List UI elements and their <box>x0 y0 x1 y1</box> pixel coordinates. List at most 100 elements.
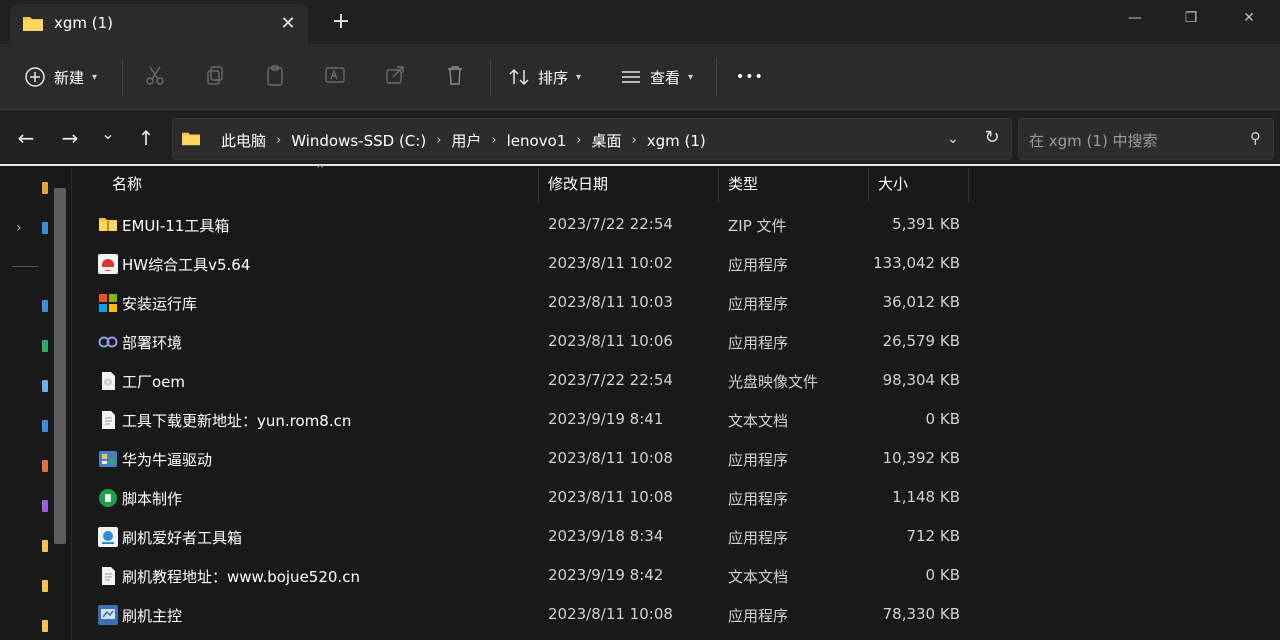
more-options-button[interactable]: ••• <box>736 60 764 94</box>
nav-item-icon[interactable] <box>42 460 48 472</box>
sort-button[interactable]: 排序 ▾ <box>508 60 581 94</box>
search-box[interactable]: 在 xgm (1) 中搜索 ⚲ <box>1018 118 1274 160</box>
windows-app-icon <box>98 293 118 313</box>
chevron-right-icon[interactable]: › <box>632 133 637 148</box>
back-button[interactable]: ← <box>12 124 40 152</box>
sort-up-icon: ^ <box>316 164 325 175</box>
file-row[interactable]: 安装运行库 2023/8/11 10:03 应用程序 36,012 KB <box>72 283 1280 322</box>
column-size[interactable]: 大小 <box>878 168 908 200</box>
file-date: 2023/9/19 8:42 <box>548 566 664 584</box>
file-type: 文本文档 <box>728 568 789 586</box>
file-type: 应用程序 <box>728 256 789 274</box>
file-date: 2023/8/11 10:02 <box>548 254 673 272</box>
text-file-icon <box>98 566 118 586</box>
forward-button[interactable]: → <box>56 124 84 152</box>
file-row[interactable]: 华为牛逼驱动 2023/8/11 10:08 应用程序 10,392 KB <box>72 439 1280 478</box>
file-row[interactable]: 工厂oem 2023/7/22 22:54 光盘映像文件 98,304 KB <box>72 361 1280 400</box>
nav-item-icon[interactable] <box>42 300 48 312</box>
folder-icon <box>22 14 44 36</box>
file-type: 应用程序 <box>728 529 789 547</box>
file-row[interactable]: 刷机爱好者工具箱 2023/9/18 8:34 应用程序 712 KB <box>72 517 1280 556</box>
share-icon[interactable] <box>384 64 410 90</box>
cut-icon[interactable] <box>144 64 170 90</box>
close-window-button[interactable]: ✕ <box>1226 4 1272 32</box>
infinity-app-icon <box>98 332 118 352</box>
view-label: 查看 <box>650 68 681 87</box>
new-tab-button[interactable]: + <box>326 8 356 38</box>
close-tab-icon[interactable]: ✕ <box>274 10 302 38</box>
file-type: 应用程序 <box>728 334 789 352</box>
new-button[interactable]: 新建 ▾ <box>24 60 97 94</box>
file-size: 0 KB <box>925 566 960 584</box>
file-row[interactable]: 脚本制作 2023/8/11 10:08 应用程序 1,148 KB <box>72 478 1280 517</box>
recent-locations-button[interactable]: ⌄ <box>94 120 122 148</box>
huawei-app-icon <box>98 254 118 274</box>
chevron-right-icon[interactable]: › <box>436 133 441 148</box>
file-type: ZIP 文件 <box>728 217 787 235</box>
column-name[interactable]: 名称 <box>112 168 142 200</box>
file-size: 133,042 KB <box>873 254 960 272</box>
view-button[interactable]: 查看 ▾ <box>620 60 693 94</box>
chevron-right-icon[interactable]: › <box>276 133 281 148</box>
chevron-down-icon: ▾ <box>688 71 694 83</box>
nav-item-icon[interactable] <box>42 222 48 234</box>
column-type[interactable]: 类型 <box>728 168 758 200</box>
breadcrumb-users[interactable]: 用户 <box>451 130 481 151</box>
nav-item-icon[interactable] <box>42 500 48 512</box>
minimize-button[interactable]: — <box>1112 4 1158 32</box>
file-date: 2023/8/11 10:06 <box>548 332 673 350</box>
file-name: 脚本制作 <box>122 490 183 508</box>
home-icon[interactable] <box>42 182 48 194</box>
folder-icon[interactable] <box>42 620 48 632</box>
address-dropdown-icon[interactable]: ⌄ <box>941 127 965 151</box>
column-divider[interactable] <box>718 168 719 202</box>
column-divider[interactable] <box>868 168 869 202</box>
file-type: 文本文档 <box>728 412 789 430</box>
file-row[interactable]: 刷机教程地址：www.bojue520.cn 2023/9/19 8:42 文本文档… <box>72 556 1280 595</box>
script-app-icon <box>98 488 118 508</box>
file-row[interactable]: 部署环境 2023/8/11 10:06 应用程序 26,579 KB <box>72 322 1280 361</box>
file-type: 应用程序 <box>728 451 789 469</box>
nav-item-icon[interactable] <box>42 380 48 392</box>
flash-master-icon <box>98 605 118 625</box>
chevron-right-icon[interactable]: › <box>491 133 496 148</box>
folder-icon[interactable] <box>42 540 48 552</box>
flash-tool-icon <box>98 527 118 547</box>
column-divider[interactable] <box>968 168 969 202</box>
file-row[interactable]: HW综合工具v5.64 2023/8/11 10:02 应用程序 133,042 KB <box>72 244 1280 283</box>
column-divider[interactable] <box>538 168 539 202</box>
plus-circle-icon <box>25 67 45 87</box>
file-date: 2023/7/22 22:54 <box>548 371 673 389</box>
breadcrumb-desktop[interactable]: 桌面 <box>592 130 622 151</box>
nav-item-icon[interactable] <box>42 420 48 432</box>
nav-scrollbar[interactable] <box>54 188 66 544</box>
folder-icon[interactable] <box>42 580 48 592</box>
copy-icon[interactable] <box>204 64 230 90</box>
file-size: 5,391 KB <box>892 215 960 233</box>
up-button[interactable]: ↑ <box>132 124 160 152</box>
breadcrumb-current[interactable]: xgm (1) <box>647 132 706 150</box>
maximize-button[interactable]: ❐ <box>1168 4 1214 32</box>
address-bar[interactable]: 此电脑 › Windows-SSD (C:) › 用户 › lenovo1 › … <box>172 118 1012 160</box>
tab-xgm[interactable]: xgm (1) ✕ <box>10 4 308 44</box>
file-row[interactable]: EMUI-11工具箱 2023/7/22 22:54 ZIP 文件 5,391 KB <box>72 205 1280 244</box>
breadcrumb-this-pc[interactable]: 此电脑 <box>221 130 266 151</box>
breadcrumb-drive[interactable]: Windows-SSD (C:) <box>291 132 426 150</box>
refresh-icon[interactable]: ↻ <box>979 125 1005 151</box>
view-icon <box>622 71 640 83</box>
breadcrumb-user[interactable]: lenovo1 <box>507 132 567 150</box>
file-date: 2023/8/11 10:08 <box>548 488 673 506</box>
chevron-down-icon: ▾ <box>92 71 98 83</box>
delete-icon[interactable] <box>444 64 470 90</box>
nav-item-icon[interactable] <box>42 340 48 352</box>
chevron-right-icon[interactable]: › <box>576 133 581 148</box>
column-date[interactable]: 修改日期 <box>548 168 608 200</box>
file-row[interactable]: 刷机主控 2023/8/11 10:08 应用程序 78,330 KB <box>72 595 1280 634</box>
paste-icon[interactable] <box>264 64 290 90</box>
file-row[interactable]: 工具下载更新地址：yun.rom8.cn 2023/9/19 8:41 文本文档 0 … <box>72 400 1280 439</box>
rename-icon[interactable] <box>324 64 350 90</box>
file-size: 36,012 KB <box>882 293 960 311</box>
file-name: 华为牛逼驱动 <box>122 451 213 469</box>
chevron-right-icon[interactable]: › <box>16 220 22 236</box>
sort-label: 排序 <box>538 68 569 87</box>
